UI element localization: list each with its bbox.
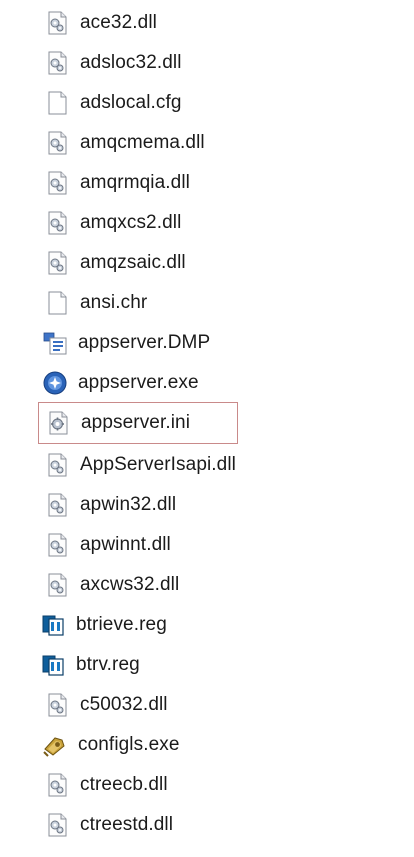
file-row[interactable]: ctreestd.dll [44, 808, 304, 842]
blue-app-icon [42, 370, 78, 396]
file-name: ansi.chr [80, 292, 148, 313]
dll-icon [44, 692, 80, 718]
file-row-selected[interactable]: appserver.ini [38, 402, 238, 444]
ini-settings-icon [45, 410, 81, 436]
file-name: amqzsaic.dll [80, 252, 186, 273]
file-row[interactable]: ctreecb.dll [44, 768, 304, 802]
file-name: ctreestd.dll [80, 814, 174, 835]
file-row[interactable]: ansi.chr [44, 286, 304, 320]
file-name: ace32.dll [80, 12, 157, 33]
file-name: c50032.dll [80, 694, 168, 715]
dll-icon [44, 492, 80, 518]
file-name: amqcmema.dll [80, 132, 205, 153]
file-row[interactable]: amqcmema.dll [44, 126, 304, 160]
file-row[interactable]: amqzsaic.dll [44, 246, 304, 280]
file-name: apwinnt.dll [80, 534, 171, 555]
file-row[interactable]: btrieve.reg [40, 608, 300, 642]
file-name: AppServerIsapi.dll [80, 454, 236, 475]
blank-file-icon [44, 290, 80, 316]
file-name: ctreecb.dll [80, 774, 168, 795]
file-list: ace32.dll adsloc32.dll adslocal.cfg amqc… [0, 0, 414, 857]
file-row[interactable]: appserver.DMP [42, 326, 302, 360]
blank-file-icon [44, 90, 80, 116]
file-row[interactable]: axcws32.dll [44, 568, 304, 602]
file-row[interactable]: apwin32.dll [44, 488, 304, 522]
file-row[interactable]: ace32.dll [44, 6, 304, 40]
file-name: appserver.ini [81, 412, 191, 433]
file-row[interactable]: adsloc32.dll [44, 46, 304, 80]
dll-icon [44, 532, 80, 558]
dll-icon [44, 130, 80, 156]
file-row[interactable]: amqxcs2.dll [44, 206, 304, 240]
dll-icon [44, 170, 80, 196]
dll-icon [44, 772, 80, 798]
file-name: configls.exe [78, 734, 180, 755]
file-row[interactable]: adslocal.cfg [44, 86, 304, 120]
file-row[interactable]: c50032.dll [44, 688, 304, 722]
dll-icon [44, 250, 80, 276]
dll-icon [44, 210, 80, 236]
file-name: axcws32.dll [80, 574, 180, 595]
file-name: apwin32.dll [80, 494, 177, 515]
file-name: amqrmqia.dll [80, 172, 190, 193]
file-name: appserver.DMP [78, 332, 211, 353]
file-row[interactable]: apwinnt.dll [44, 528, 304, 562]
dll-icon [44, 572, 80, 598]
file-name: btrieve.reg [76, 614, 167, 635]
dll-icon [44, 812, 80, 838]
file-row[interactable]: appserver.exe [42, 366, 302, 400]
file-name: appserver.exe [78, 372, 199, 393]
file-row[interactable]: configls.exe [42, 728, 302, 762]
file-name: adslocal.cfg [80, 92, 182, 113]
registry-file-icon [40, 612, 76, 638]
dll-icon [44, 452, 80, 478]
dump-file-icon [42, 330, 78, 356]
file-row[interactable]: AppServerIsapi.dll [44, 448, 304, 482]
dll-icon [44, 50, 80, 76]
tools-app-icon [42, 732, 78, 758]
file-row[interactable]: amqrmqia.dll [44, 166, 304, 200]
file-name: amqxcs2.dll [80, 212, 182, 233]
file-row[interactable]: btrv.reg [40, 648, 300, 682]
file-name: btrv.reg [76, 654, 140, 675]
dll-icon [44, 10, 80, 36]
file-name: adsloc32.dll [80, 52, 182, 73]
registry-file-icon [40, 652, 76, 678]
